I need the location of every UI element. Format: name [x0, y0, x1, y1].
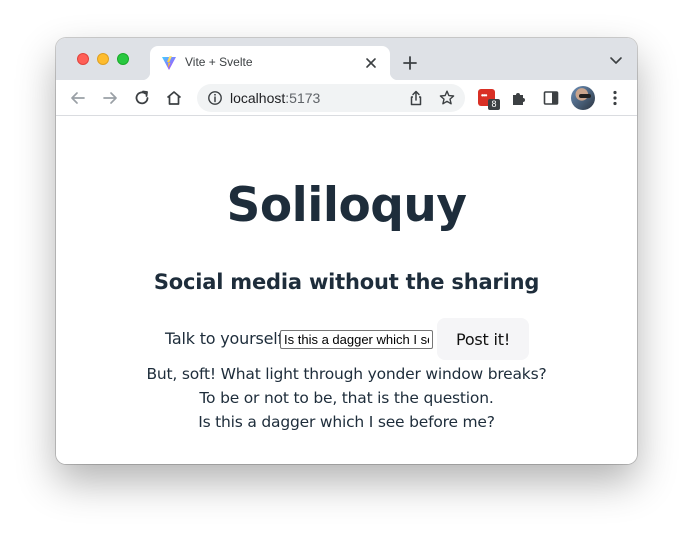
post-button[interactable]: Post it!: [437, 318, 529, 360]
window-maximize-button[interactable]: [117, 53, 129, 65]
post-list: But, soft! What light through yonder win…: [56, 362, 637, 434]
compose-label: Talk to yourself:: [165, 329, 288, 348]
bookmark-star-icon[interactable]: [438, 89, 456, 107]
extensions-puzzle-icon[interactable]: [509, 88, 529, 108]
window-close-button[interactable]: [77, 53, 89, 65]
url-text[interactable]: localhost:5173: [230, 90, 320, 106]
tab-search-chevron-icon[interactable]: [609, 56, 623, 66]
compose-row: Talk to yourself: Post it!: [56, 318, 637, 360]
browser-toolbar: localhost:5173 ••• 8: [56, 80, 637, 116]
forward-arrow-icon[interactable]: [100, 88, 120, 108]
site-info-icon[interactable]: [207, 90, 223, 106]
app-subtitle: Social media without the sharing: [153, 270, 540, 294]
url-port: :5173: [285, 90, 321, 106]
side-panel-icon[interactable]: [541, 88, 561, 108]
post-item: To be or not to be, that is the question…: [199, 389, 494, 407]
window-minimize-button[interactable]: [97, 53, 109, 65]
share-icon[interactable]: [407, 89, 425, 107]
reload-icon[interactable]: [132, 88, 152, 108]
browser-tab[interactable]: Vite + Svelte: [142, 46, 398, 80]
address-bar[interactable]: localhost:5173: [197, 84, 465, 112]
home-icon[interactable]: [164, 88, 184, 108]
avatar[interactable]: [571, 86, 595, 110]
vite-logo-icon: [162, 56, 176, 70]
title-bar: Vite + Svelte: [56, 38, 637, 80]
extension-badge: 8: [488, 99, 500, 110]
tab-title: Vite + Svelte: [185, 55, 253, 69]
back-arrow-icon[interactable]: [68, 88, 88, 108]
page-content: Soliloquy Social media without the shari…: [56, 117, 637, 464]
new-tab-icon[interactable]: [401, 54, 419, 72]
post-item: Is this a dagger which I see before me?: [198, 413, 495, 431]
more-menu-icon[interactable]: [605, 88, 625, 108]
url-host: localhost: [230, 90, 286, 106]
post-input[interactable]: [280, 330, 433, 349]
browser-window: Vite + Svelte localhost:5173 ••• 8 Solil…: [56, 38, 637, 464]
post-item: But, soft! What light through yonder win…: [146, 365, 547, 383]
app-title: Soliloquy: [226, 178, 467, 233]
close-tab-icon[interactable]: [364, 56, 378, 70]
